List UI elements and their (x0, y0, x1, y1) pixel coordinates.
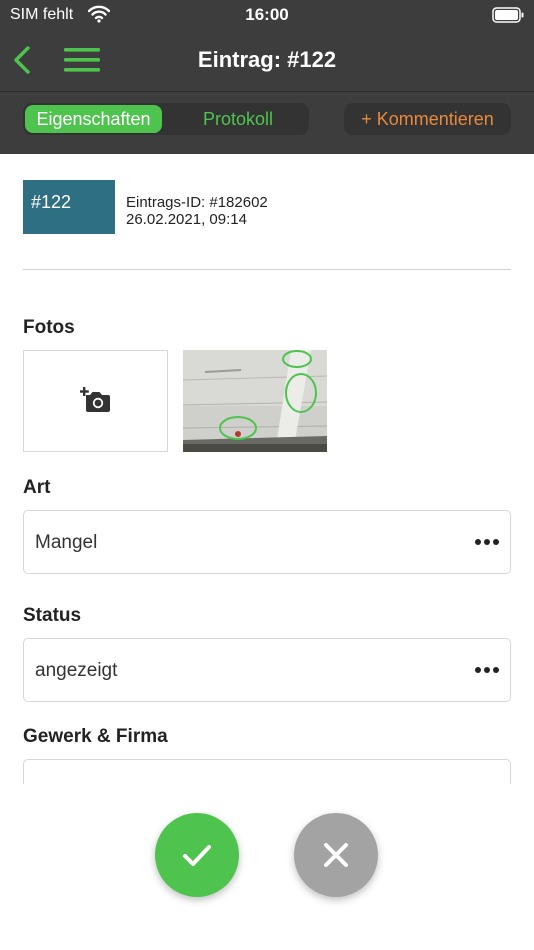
battery-icon (492, 7, 524, 23)
photo-thumbnail[interactable] (183, 350, 327, 452)
confirm-button[interactable] (155, 813, 239, 897)
status-label: Status (23, 605, 82, 626)
entry-date-text: 26.02.2021, 09:14 (126, 211, 247, 228)
photos-label: Fotos (23, 317, 75, 338)
entry-number-badge: #122 (23, 180, 115, 234)
more-options-icon[interactable] (474, 532, 500, 552)
cancel-button[interactable] (294, 813, 378, 897)
tab-eigenschaften[interactable]: Eigenschaften (25, 105, 162, 133)
entry-id-text: Eintrags-ID: #182602 (126, 194, 268, 211)
add-comment-button[interactable]: + Kommentieren (344, 103, 511, 135)
status-select-field[interactable]: angezeigt (23, 638, 511, 702)
status-value: angezeigt (35, 660, 118, 681)
divider (23, 269, 511, 270)
ceiling-photo-image (183, 350, 327, 452)
tab-bar: Eigenschaften Protokoll + Kommentieren (0, 92, 534, 154)
entry-meta: Eintrags-ID: #182602 26.02.2021, 09:14 (126, 194, 268, 228)
entry-properties-panel[interactable]: #122 Eintrags-ID: #182602 26.02.2021, 09… (0, 154, 534, 784)
type-select-field[interactable]: Mangel (23, 510, 511, 574)
add-photo-button[interactable] (23, 350, 168, 452)
clock-time: 16:00 (245, 5, 289, 24)
back-chevron-icon[interactable] (10, 44, 34, 76)
type-label: Art (23, 477, 51, 498)
tab-protokoll[interactable]: Protokoll (173, 105, 303, 133)
segmented-control: Eigenschaften Protokoll (23, 103, 309, 135)
navigation-bar: Eintrag: #122 (0, 30, 534, 92)
hamburger-menu-icon[interactable] (64, 46, 100, 74)
checkmark-icon (183, 845, 211, 866)
type-value: Mangel (35, 532, 98, 553)
status-bar: SIM fehlt 16:00 (0, 0, 534, 30)
trade-company-field[interactable] (23, 759, 511, 784)
trade-company-label: Gewerk & Firma (23, 726, 168, 747)
more-options-icon[interactable] (474, 660, 500, 680)
add-camera-icon (80, 387, 110, 412)
close-icon (324, 843, 348, 867)
